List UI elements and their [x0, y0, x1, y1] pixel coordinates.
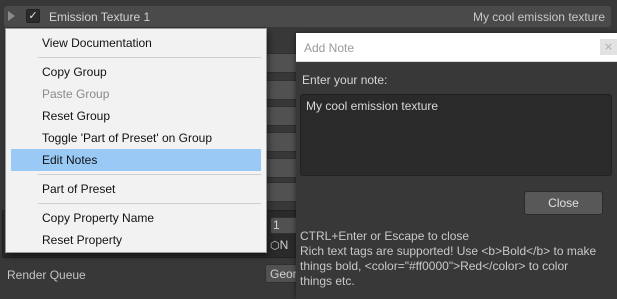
hint-shortcut: CTRL+Enter or Escape to close [300, 229, 470, 243]
menu-item-copy-property-name[interactable]: Copy Property Name [11, 207, 261, 229]
context-menu: View Documentation Copy Group Paste Grou… [5, 28, 267, 253]
menu-separator [38, 57, 261, 58]
menu-item-reset-property[interactable]: Reset Property [11, 229, 261, 251]
menu-item-toggle-part-of-preset[interactable]: Toggle 'Part of Preset' on Group [11, 127, 261, 149]
hint-rich-text: Rich text tags are supported! Use <b>Bol… [300, 244, 597, 258]
menu-item-part-of-preset[interactable]: Part of Preset [11, 178, 261, 200]
add-note-window: Add Note × Enter your note: My cool emis… [296, 33, 617, 299]
texture-name-text: N [279, 238, 289, 252]
menu-item-paste-group: Paste Group [42, 87, 110, 101]
add-note-title: Add Note [304, 41, 355, 55]
menu-item-reset-group[interactable]: Reset Group [11, 105, 261, 127]
foldout-arrow-icon[interactable] [8, 11, 15, 21]
cube-icon: ⬡ [270, 239, 280, 252]
close-button[interactable]: Close [524, 191, 603, 215]
group-note-label: My cool emission texture [472, 10, 605, 24]
hint-rich-text: things etc. [300, 274, 355, 288]
hint-rich-text: things bold, <color="#ff0000">Red</color… [300, 259, 569, 273]
menu-item-edit-notes[interactable]: Edit Notes [11, 149, 261, 171]
render-queue-label: Render Queue [7, 268, 86, 282]
menu-item-view-documentation[interactable]: View Documentation [11, 32, 261, 54]
close-icon[interactable]: × [600, 39, 617, 55]
note-prompt-label: Enter your note: [302, 73, 388, 87]
menu-separator [38, 174, 261, 175]
menu-item-copy-group[interactable]: Copy Group [11, 61, 261, 83]
menu-separator [38, 203, 261, 204]
note-textarea[interactable]: My cool emission texture [300, 94, 612, 176]
group-enabled-checkbox[interactable]: ✓ [26, 9, 40, 23]
add-note-titlebar[interactable]: Add Note × [296, 33, 617, 62]
number-field-value: 1 [273, 218, 280, 232]
group-title: Emission Texture 1 [49, 10, 151, 24]
